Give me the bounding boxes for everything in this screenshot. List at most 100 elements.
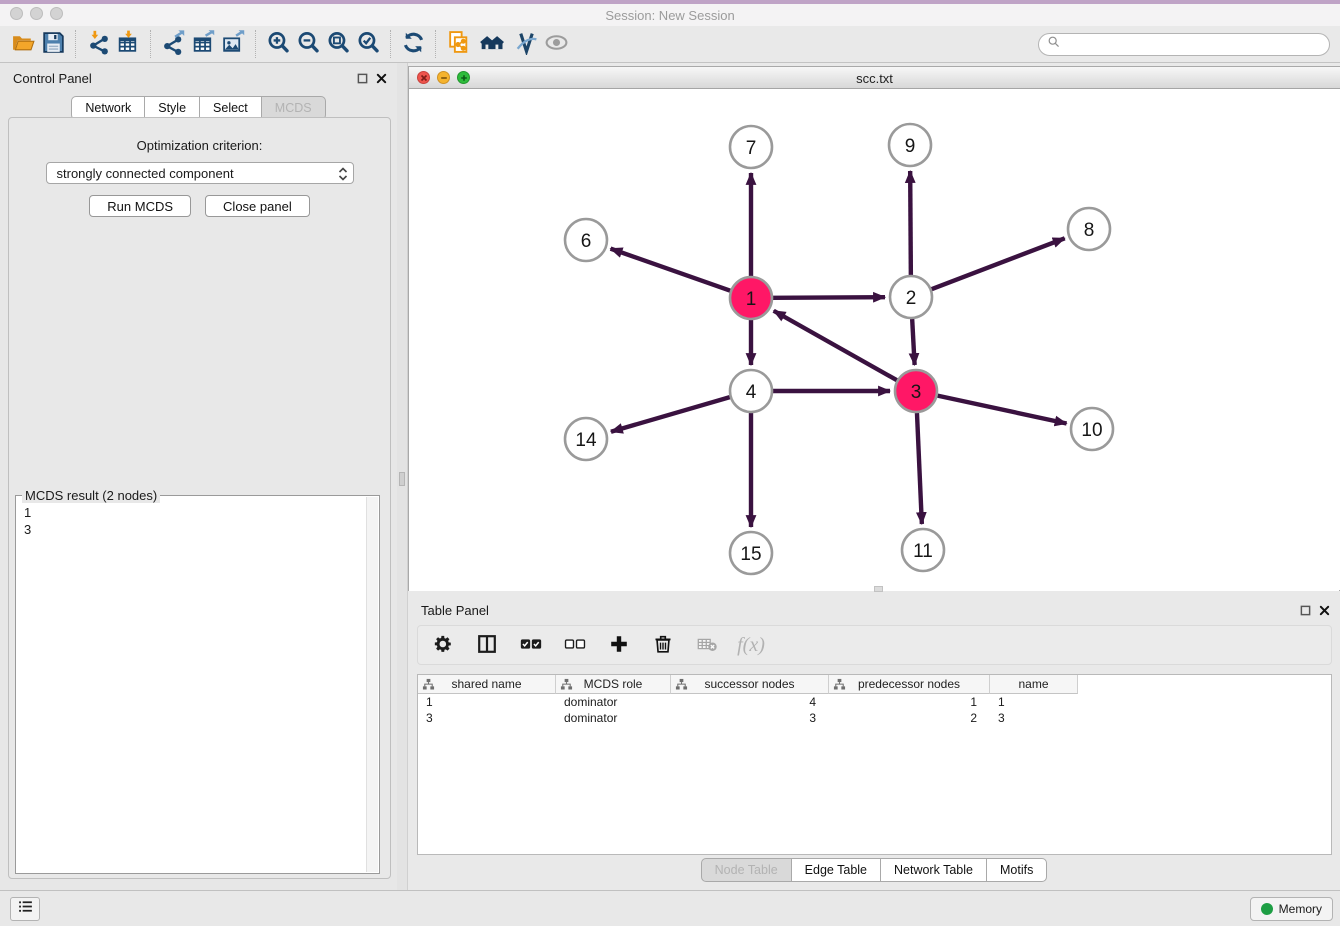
select-all-icon bbox=[520, 633, 542, 658]
export-network-button[interactable] bbox=[158, 29, 188, 59]
graph-edge-1-6[interactable] bbox=[611, 249, 731, 291]
chevron-updown-icon bbox=[338, 166, 348, 185]
graph-edge-3-1[interactable] bbox=[774, 311, 897, 380]
table-row[interactable]: 3dominator323 bbox=[418, 710, 1331, 726]
memory-label: Memory bbox=[1279, 902, 1322, 916]
column-header-icon bbox=[422, 678, 435, 691]
zoom-out-icon bbox=[296, 30, 321, 58]
save-button[interactable] bbox=[38, 29, 68, 59]
search-input[interactable] bbox=[1065, 36, 1321, 52]
delete-table-button[interactable] bbox=[694, 632, 720, 658]
column-header-name[interactable]: name bbox=[990, 675, 1078, 694]
refresh-button[interactable] bbox=[398, 29, 428, 59]
deselect-all-button[interactable] bbox=[562, 632, 588, 658]
column-header-shared-name[interactable]: shared name bbox=[418, 675, 556, 694]
import-network-button[interactable] bbox=[83, 29, 113, 59]
column-header-label: predecessor nodes bbox=[829, 675, 989, 693]
column-header-MCDS-role[interactable]: MCDS role bbox=[556, 675, 671, 694]
plus-button[interactable] bbox=[606, 632, 632, 658]
close-panel-icon[interactable] bbox=[376, 71, 387, 89]
zoom-selected-button[interactable] bbox=[353, 29, 383, 59]
graph-edge-3-10[interactable] bbox=[938, 396, 1067, 424]
show-panels-button[interactable] bbox=[10, 897, 40, 921]
zoom-selected-icon bbox=[356, 30, 381, 58]
column-header-icon bbox=[675, 678, 688, 691]
graph-node-label-8: 8 bbox=[1084, 220, 1095, 241]
run-mcds-button[interactable]: Run MCDS bbox=[89, 195, 191, 217]
import-table-button[interactable] bbox=[113, 29, 143, 59]
graph-node-label-14: 14 bbox=[575, 430, 597, 451]
graph-edge-4-14[interactable] bbox=[611, 397, 730, 432]
splitter-handle[interactable] bbox=[399, 472, 405, 486]
export-table-button[interactable] bbox=[188, 29, 218, 59]
graph-edge-2-9[interactable] bbox=[910, 171, 911, 275]
zoom-fit-icon bbox=[326, 30, 351, 58]
criterion-selected-value: strongly connected component bbox=[57, 166, 234, 181]
graph-node-label-11: 11 bbox=[913, 541, 933, 562]
control-panel: Control Panel NetworkStyleSelectMCDS Opt… bbox=[0, 63, 397, 890]
table-cell: 2 bbox=[829, 710, 990, 726]
graph-node-label-4: 4 bbox=[746, 382, 757, 403]
eye-button[interactable] bbox=[541, 29, 571, 59]
table-tab-network-table[interactable]: Network Table bbox=[880, 858, 987, 882]
graph-node-label-2: 2 bbox=[906, 288, 917, 309]
graph-edge-1-2[interactable] bbox=[773, 297, 885, 298]
result-scrollbar[interactable] bbox=[366, 497, 378, 872]
search-box[interactable] bbox=[1038, 33, 1330, 56]
table-row[interactable]: 1dominator411 bbox=[418, 694, 1331, 710]
close-table-panel-icon[interactable] bbox=[1319, 603, 1330, 621]
float-panel-icon[interactable] bbox=[357, 71, 368, 89]
table-tab-node-table[interactable]: Node Table bbox=[701, 858, 792, 882]
column-button[interactable] bbox=[474, 632, 500, 658]
table-cell: 1 bbox=[418, 694, 556, 710]
close-panel-button[interactable]: Close panel bbox=[205, 195, 310, 217]
network-canvas[interactable]: 7968124314101511 bbox=[409, 89, 1339, 591]
app-titlebar: Session: New Session bbox=[0, 4, 1340, 26]
graph-node-label-10: 10 bbox=[1081, 420, 1102, 441]
graph-node-label-1: 1 bbox=[746, 289, 757, 310]
network-window-titlebar[interactable]: scc.txt bbox=[409, 67, 1340, 89]
fx-button[interactable]: f(x) bbox=[738, 632, 764, 658]
mcds-panel: Optimization criterion: strongly connect… bbox=[8, 117, 391, 879]
node-table: shared nameMCDS rolesuccessor nodesprede… bbox=[417, 674, 1332, 855]
table-tab-motifs[interactable]: Motifs bbox=[986, 858, 1047, 882]
table-cell: dominator bbox=[556, 694, 671, 710]
network-view-window: scc.txt 7968124314101511 bbox=[408, 66, 1340, 591]
hide-graphics-icon bbox=[514, 30, 539, 58]
table-tab-edge-table[interactable]: Edge Table bbox=[791, 858, 881, 882]
hide-graphics-button[interactable] bbox=[511, 29, 541, 59]
graph-edge-2-8[interactable] bbox=[932, 238, 1065, 289]
canvas-splitter-handle[interactable] bbox=[874, 586, 883, 592]
panel-splitter[interactable] bbox=[397, 63, 408, 890]
memory-button[interactable]: Memory bbox=[1250, 897, 1333, 921]
clone-network-button[interactable] bbox=[443, 29, 473, 59]
mcds-result-box: MCDS result (2 nodes) 13 bbox=[15, 495, 380, 874]
gear-button[interactable] bbox=[430, 632, 456, 658]
zoom-in-button[interactable] bbox=[263, 29, 293, 59]
graph-edge-3-11[interactable] bbox=[917, 413, 922, 524]
trash-button[interactable] bbox=[650, 632, 676, 658]
select-all-button[interactable] bbox=[518, 632, 544, 658]
zoom-fit-button[interactable] bbox=[323, 29, 353, 59]
delete-table-icon bbox=[696, 633, 718, 658]
criterion-dropdown[interactable]: strongly connected component bbox=[46, 162, 354, 184]
search-icon bbox=[1047, 35, 1061, 54]
open-folder-button[interactable] bbox=[8, 29, 38, 59]
column-header-successor-nodes[interactable]: successor nodes bbox=[671, 675, 829, 694]
refresh-icon bbox=[401, 30, 426, 58]
result-node-id: 1 bbox=[24, 504, 358, 521]
gear-icon bbox=[432, 633, 454, 658]
fx-icon: f(x) bbox=[737, 634, 765, 657]
graph-edge-2-3[interactable] bbox=[912, 319, 914, 365]
float-table-panel-icon[interactable] bbox=[1300, 603, 1311, 621]
export-image-button[interactable] bbox=[218, 29, 248, 59]
home-button[interactable] bbox=[473, 29, 511, 59]
toolbar-separator bbox=[75, 30, 76, 58]
graph-node-label-7: 7 bbox=[746, 138, 757, 159]
column-header-predecessor-nodes[interactable]: predecessor nodes bbox=[829, 675, 990, 694]
save-icon bbox=[41, 30, 66, 58]
mcds-result-list[interactable]: 13 bbox=[16, 500, 366, 873]
zoom-out-button[interactable] bbox=[293, 29, 323, 59]
table-tabs: Node TableEdge TableNetwork TableMotifs bbox=[408, 858, 1340, 882]
toolbar-separator bbox=[390, 30, 391, 58]
